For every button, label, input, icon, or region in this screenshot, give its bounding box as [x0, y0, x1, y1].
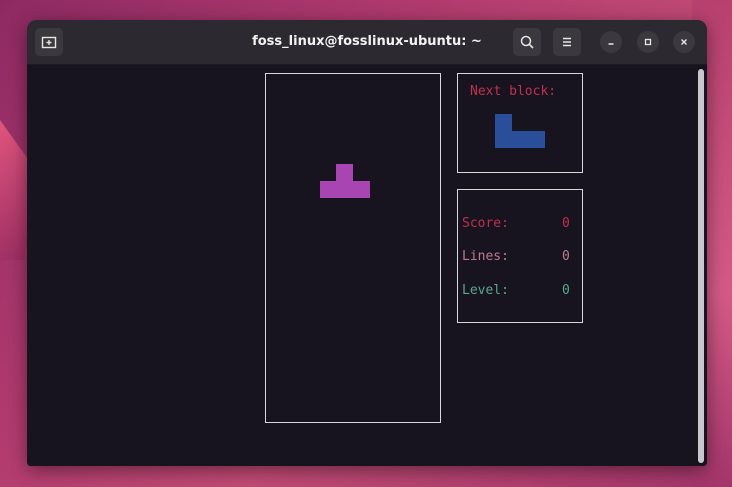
- minimize-button[interactable]: [600, 31, 622, 53]
- maximize-button[interactable]: [637, 31, 659, 53]
- terminal-window: foss_linux@fosslinux-ubuntu: ~ Next bloc…: [27, 20, 707, 466]
- window-title: foss_linux@fosslinux-ubuntu: ~: [252, 34, 482, 49]
- lines-label: Lines:: [462, 249, 509, 264]
- score-label: Score:: [462, 216, 509, 231]
- menu-button[interactable]: [553, 28, 581, 56]
- minimize-icon: [608, 43, 614, 45]
- current-piece-block: [336, 164, 353, 181]
- search-button[interactable]: [513, 28, 541, 56]
- tetris-board: [265, 73, 441, 423]
- next-block-panel: Next block:: [457, 73, 583, 173]
- next-piece-block: [495, 131, 545, 148]
- level-value: 0: [562, 283, 570, 298]
- lines-value: 0: [562, 249, 570, 264]
- close-button[interactable]: [673, 31, 695, 53]
- title-bar: foss_linux@fosslinux-ubuntu: ~: [27, 20, 707, 65]
- terminal-content[interactable]: Next block: Score: 0 Lines: 0 Level: 0: [27, 65, 707, 466]
- maximize-icon: [644, 38, 652, 46]
- close-icon: [681, 39, 687, 45]
- level-label: Level:: [462, 283, 509, 298]
- current-piece-block: [320, 181, 370, 198]
- new-tab-icon: [41, 36, 57, 49]
- new-tab-button[interactable]: [35, 28, 63, 56]
- stats-panel: Score: 0 Lines: 0 Level: 0: [457, 189, 583, 323]
- search-icon: [520, 35, 534, 49]
- scrollbar[interactable]: [698, 69, 704, 463]
- next-block-label: Next block:: [470, 84, 557, 99]
- score-value: 0: [562, 216, 570, 231]
- hamburger-menu-icon: [563, 37, 571, 47]
- next-piece-block: [495, 114, 512, 131]
